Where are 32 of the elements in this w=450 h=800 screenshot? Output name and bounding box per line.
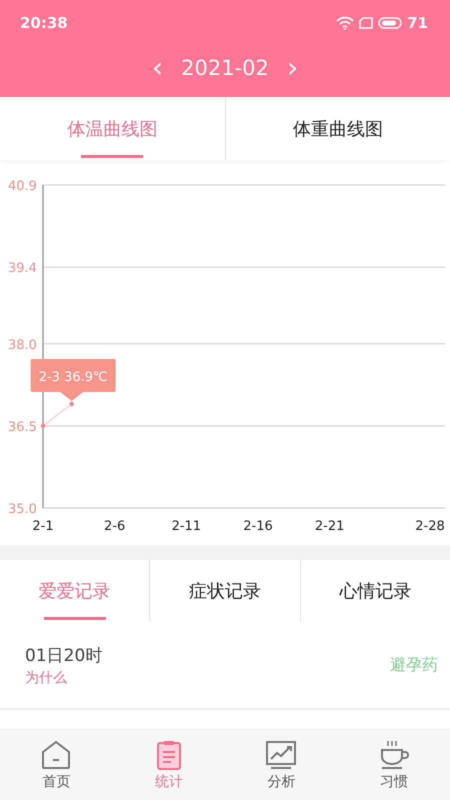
battery-level: 71 [407, 14, 428, 32]
nav-item[interactable]: 首页 [0, 730, 112, 800]
record-row[interactable]: 01日20时 为什么 避孕药 [0, 622, 450, 710]
month-title: 2021-02 [181, 56, 269, 80]
y-axis-label: 38.0 [8, 338, 37, 353]
record-tab[interactable]: 心情记录 [300, 560, 450, 622]
nav-item[interactable]: 习惯 [338, 730, 450, 800]
x-axis-label: 2-11 [172, 519, 202, 534]
data-point [40, 424, 46, 428]
y-axis-label: 35.0 [8, 502, 37, 517]
y-axis-label: 39.4 [8, 261, 37, 276]
y-axis-label: 40.9 [8, 179, 37, 194]
x-axis-label: 2-28 [415, 519, 445, 534]
chart-tab[interactable]: 体重曲线图 [226, 97, 450, 160]
value-tooltip: 2-3 36.9℃ [30, 358, 116, 401]
record-note: 为什么 [25, 668, 68, 686]
record-tab[interactable]: 症状记录 [150, 560, 301, 622]
battery-icon [378, 16, 402, 28]
wifi-icon [336, 16, 354, 30]
x-axis-label: 2-16 [243, 519, 273, 534]
nav-item[interactable]: 分析 [225, 730, 338, 800]
sim-icon [359, 16, 374, 28]
x-axis-label: 2-1 [32, 519, 54, 534]
y-axis-label: 36.5 [8, 420, 37, 435]
trend-chart-icon [265, 739, 298, 771]
data-point [69, 402, 74, 406]
status-time: 20:38 [20, 14, 68, 32]
house-icon [40, 739, 72, 771]
record-time: 01日20时 [25, 644, 102, 666]
x-axis-label: 2-21 [314, 519, 344, 534]
x-axis-label: 2-6 [104, 519, 126, 534]
record-tag: 避孕药 [390, 654, 438, 676]
